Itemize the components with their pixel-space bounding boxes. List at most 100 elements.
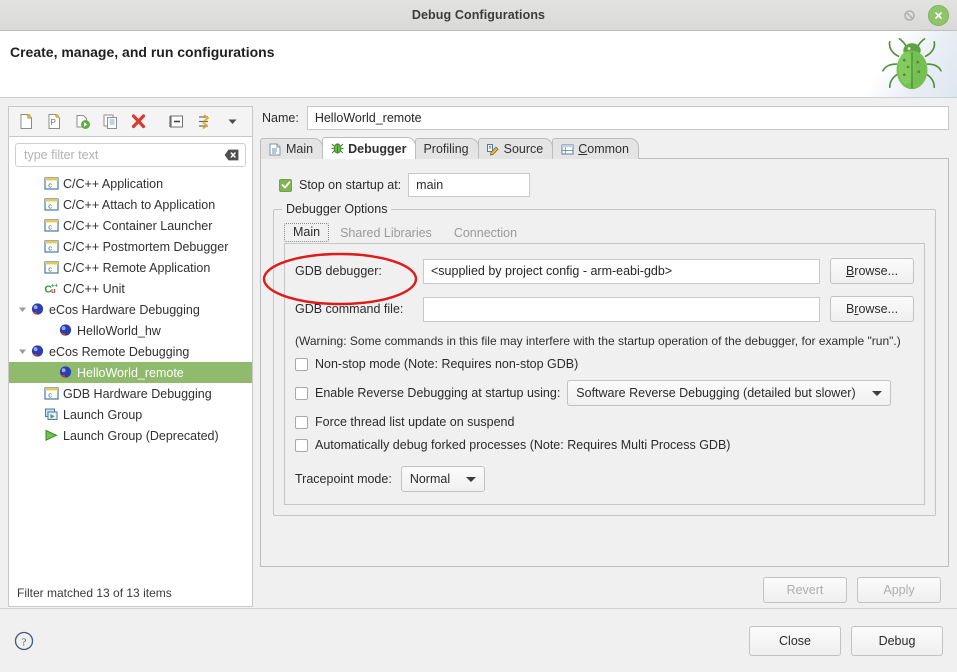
delete-x-icon xyxy=(131,114,145,129)
debugger-options-body: GDB debugger: <supplied by project confi… xyxy=(284,244,925,505)
tree-item-launch-group[interactable]: Launch Group xyxy=(9,404,252,425)
twisty-expanded-icon[interactable] xyxy=(15,347,29,356)
inner-tab-main[interactable]: Main xyxy=(284,223,330,242)
reverse-debugging-checkbox[interactable] xyxy=(295,386,308,400)
c-launch-icon: c xyxy=(43,197,59,213)
close-x-glyph xyxy=(935,11,942,19)
reverse-debugging-label: Enable Reverse Debugging at startup usin… xyxy=(315,386,561,400)
tree-item-label: C/C++ Remote Application xyxy=(63,260,211,275)
stop-on-startup-input[interactable]: main xyxy=(408,173,531,197)
force-thread-list-update-label: Force thread list update on suspend xyxy=(315,415,515,429)
title-bar: Debug Configurations xyxy=(0,0,957,31)
window-title: Debug Configurations xyxy=(411,8,546,22)
tab-debugger[interactable]: Debugger xyxy=(322,137,417,159)
auto-debug-forked-label: Automatically debug forked processes (No… xyxy=(315,438,731,452)
debugger-tab-content: Stop on startup at: main Debugger Option… xyxy=(260,158,949,567)
tree-item-c-postmortem[interactable]: c C/C++ Postmortem Debugger xyxy=(9,236,252,257)
tree-item-launch-group-deprecated[interactable]: Launch Group (Deprecated) xyxy=(9,425,252,446)
debug-button[interactable]: Debug xyxy=(851,625,943,656)
tab-source[interactable]: Source xyxy=(477,138,554,159)
tracepoint-mode-row: Tracepoint mode: Normal xyxy=(295,466,914,492)
configurations-toolbar: P xyxy=(8,106,253,136)
filter-arrows-icon xyxy=(198,114,209,130)
tree-item-label: C/C++ Container Launcher xyxy=(63,218,213,233)
ecos-sphere-icon xyxy=(29,302,45,318)
name-row: Name: HelloWorld_remote xyxy=(260,106,949,130)
help-question-icon[interactable]: ? xyxy=(14,631,34,651)
header-banner: Create, manage, and run configurations xyxy=(0,31,957,98)
close-icon[interactable] xyxy=(928,4,949,26)
stop-on-startup-checkbox[interactable] xyxy=(279,178,292,192)
tree-item-helloworld-hw[interactable]: HelloWorld_hw xyxy=(9,320,252,341)
check-icon xyxy=(281,181,290,189)
tree-item-c-remote-application[interactable]: c C/C++ Remote Application xyxy=(9,257,252,278)
debugger-options-tabs: Main Shared Libraries Connection xyxy=(284,222,925,244)
tree-item-c-application[interactable]: c C/C++ Application xyxy=(9,173,252,194)
inner-tab-shared-libraries[interactable]: Shared Libraries xyxy=(329,224,443,243)
close-button[interactable]: Close xyxy=(749,625,841,656)
new-configuration-button[interactable] xyxy=(13,109,39,135)
gdb-debugger-value: <supplied by project config - arm-eabi-g… xyxy=(431,264,673,278)
tree-item-label: GDB Hardware Debugging xyxy=(63,386,212,401)
inner-tab-connection[interactable]: Connection xyxy=(443,224,528,243)
svg-text:P: P xyxy=(50,118,55,127)
tree-item-label: Launch Group xyxy=(63,407,143,422)
gdb-debugger-label: GDB debugger: xyxy=(295,264,382,278)
tab-common[interactable]: Common xyxy=(552,138,639,159)
tab-profiling[interactable]: Profiling xyxy=(415,138,479,159)
gdb-command-file-input[interactable] xyxy=(423,296,820,322)
filter-button[interactable] xyxy=(191,109,217,135)
tree-item-c-attach[interactable]: c C/C++ Attach to Application xyxy=(9,194,252,215)
duplicate-icon xyxy=(103,114,117,129)
tree-item-cpp-unit[interactable]: Cu ++ C/C++ Unit xyxy=(9,278,252,299)
svg-text:c: c xyxy=(48,222,52,231)
reverse-debugging-combo[interactable]: Software Reverse Debugging (detailed but… xyxy=(567,380,891,406)
reverse-debugging-row: Enable Reverse Debugging at startup usin… xyxy=(295,380,914,406)
clear-icon[interactable] xyxy=(224,149,239,161)
svg-text:c: c xyxy=(48,180,52,189)
cppunit-icon: Cu ++ xyxy=(43,281,59,297)
gdb-debugger-browse-button[interactable]: Browse... xyxy=(830,258,914,284)
configurations-tree-box: type filter text c C/C++ Application c C… xyxy=(8,136,253,607)
filter-area: type filter text xyxy=(9,137,252,171)
gdb-command-file-browse-button[interactable]: Browse... xyxy=(830,296,914,322)
export-run-button[interactable] xyxy=(69,109,95,135)
tree-item-ecos-hardware-debugging[interactable]: eCos Hardware Debugging xyxy=(9,299,252,320)
gdb-debugger-input[interactable]: <supplied by project config - arm-eabi-g… xyxy=(423,258,820,284)
tab-label: Debugger xyxy=(348,141,407,156)
revert-button[interactable]: Revert xyxy=(763,577,847,603)
restore-icon[interactable] xyxy=(903,9,916,22)
ecos-sphere-icon xyxy=(29,344,45,360)
apply-button[interactable]: Apply xyxy=(857,577,941,603)
source-pencil-icon xyxy=(486,142,500,156)
tracepoint-mode-combo[interactable]: Normal xyxy=(400,466,486,492)
search-input[interactable]: type filter text xyxy=(15,143,246,167)
tree-item-helloworld-remote[interactable]: HelloWorld_remote xyxy=(9,362,252,383)
tab-mnemonic: C xyxy=(578,142,588,156)
delete-button[interactable] xyxy=(125,109,151,135)
tree-item-c-container-launcher[interactable]: c C/C++ Container Launcher xyxy=(9,215,252,236)
document-icon xyxy=(268,142,282,156)
duplicate-button[interactable] xyxy=(97,109,123,135)
gdb-command-file-warning: (Warning: Some commands in this file may… xyxy=(295,334,901,348)
export-run-icon xyxy=(76,115,90,129)
non-stop-mode-checkbox[interactable] xyxy=(295,357,308,371)
twisty-expanded-icon[interactable] xyxy=(15,305,29,314)
auto-debug-forked-checkbox[interactable] xyxy=(295,438,308,452)
configurations-tree[interactable]: c C/C++ Application c C/C++ Attach to Ap… xyxy=(9,171,252,580)
tree-item-gdb-hardware-debugging[interactable]: c GDB Hardware Debugging xyxy=(9,383,252,404)
tab-label: Profiling xyxy=(423,142,469,156)
tree-item-ecos-remote-debugging[interactable]: eCos Remote Debugging xyxy=(9,341,252,362)
browse-mnemonic: r xyxy=(854,302,859,316)
collapse-all-button[interactable] xyxy=(163,109,189,135)
force-thread-list-update-checkbox[interactable] xyxy=(295,415,308,429)
new-prototype-button[interactable]: P xyxy=(41,109,67,135)
dialog-body: P type filter text c C/C++ Application c… xyxy=(0,98,957,607)
page-title: Create, manage, and run configurations xyxy=(10,44,275,60)
view-menu-button[interactable] xyxy=(219,109,245,135)
force-thread-list-update-row: Force thread list update on suspend xyxy=(295,415,914,429)
c-launch-icon: c xyxy=(43,176,59,192)
debugger-options-title: Debugger Options xyxy=(282,202,392,216)
name-input[interactable]: HelloWorld_remote xyxy=(306,106,949,130)
tab-main[interactable]: Main xyxy=(260,138,324,159)
